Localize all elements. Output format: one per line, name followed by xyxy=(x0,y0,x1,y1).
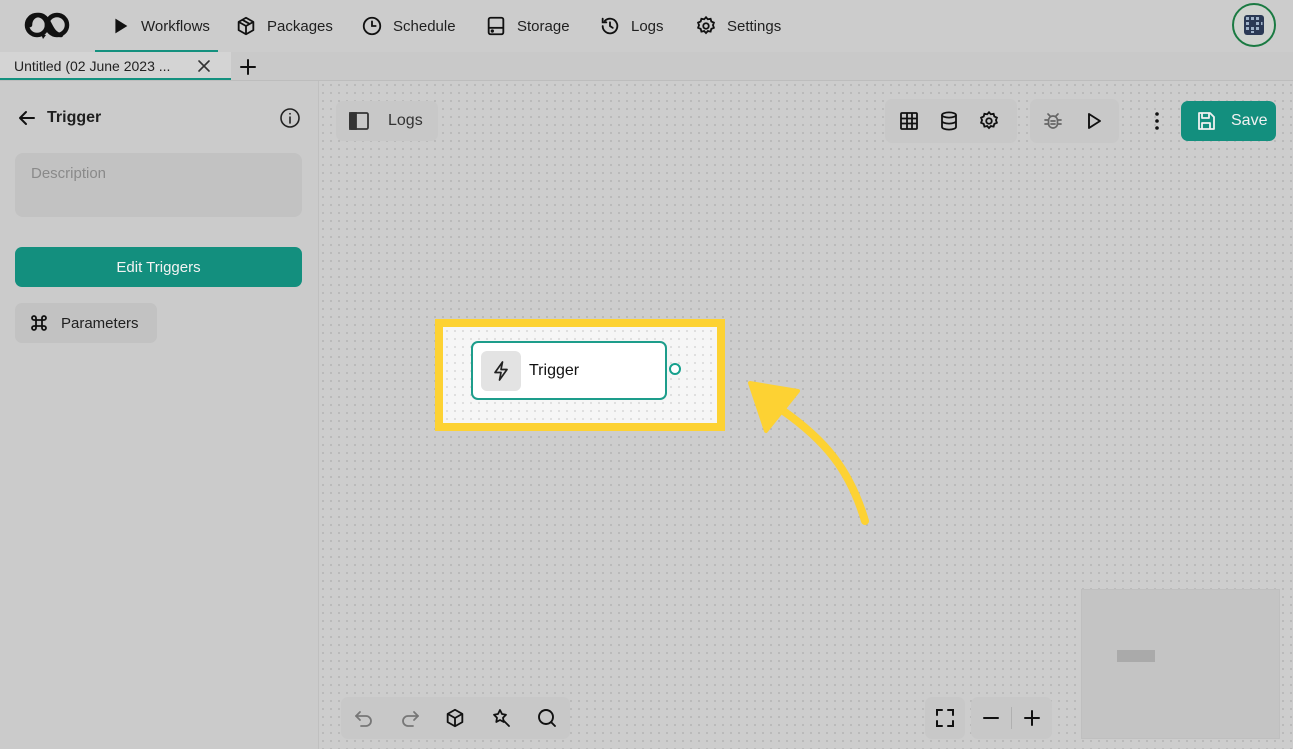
view-toolbar xyxy=(885,99,1017,143)
save-label: Save xyxy=(1231,112,1268,129)
package-icon xyxy=(235,15,257,37)
nav-label: Logs xyxy=(631,17,664,35)
more-vertical-icon xyxy=(1146,110,1168,132)
description-placeholder: Description xyxy=(31,165,107,182)
redo-button[interactable] xyxy=(387,698,433,738)
history-icon xyxy=(599,15,621,37)
nav-workflows[interactable]: Workflows xyxy=(95,0,218,52)
nav-label: Schedule xyxy=(393,17,456,35)
description-field[interactable]: Description xyxy=(15,153,302,217)
add-package-button[interactable] xyxy=(433,698,479,738)
gear-icon xyxy=(695,15,717,37)
command-icon xyxy=(29,313,49,333)
user-avatar[interactable] xyxy=(1232,3,1276,47)
table-icon xyxy=(898,110,920,132)
edit-triggers-button[interactable]: Edit Triggers xyxy=(15,247,302,287)
fullscreen-icon xyxy=(934,707,956,729)
tab-title: Untitled (02 June 2023 ... xyxy=(14,58,171,74)
nav-label: Workflows xyxy=(141,17,210,35)
nav-logs[interactable]: Logs xyxy=(599,0,664,52)
arrow-left-icon[interactable] xyxy=(17,108,37,128)
redo-icon xyxy=(399,707,421,729)
database-button[interactable] xyxy=(929,101,969,141)
magic-wand-icon xyxy=(490,707,512,729)
minimap[interactable] xyxy=(1081,589,1280,739)
logs-label: Logs xyxy=(388,112,423,129)
fit-view-button[interactable] xyxy=(925,698,965,738)
zoom-in-button[interactable] xyxy=(1012,698,1052,738)
info-icon[interactable] xyxy=(279,107,301,129)
workflow-settings-button[interactable] xyxy=(969,101,1009,141)
bug-icon xyxy=(1042,110,1064,132)
nav-settings[interactable]: Settings xyxy=(695,0,781,52)
play-icon xyxy=(1082,110,1104,132)
minimap-node xyxy=(1117,650,1155,662)
zoom-controls xyxy=(925,697,1052,739)
plus-icon xyxy=(1021,707,1043,729)
save-icon xyxy=(1195,110,1217,132)
sidebar-panel-icon xyxy=(348,110,370,132)
nav-packages[interactable]: Packages xyxy=(235,0,333,52)
play-icon xyxy=(109,15,131,37)
search-button[interactable] xyxy=(524,698,570,738)
undo-icon xyxy=(353,707,375,729)
app-logo[interactable] xyxy=(22,8,72,42)
minus-icon xyxy=(980,707,1002,729)
node-output-handle[interactable] xyxy=(669,363,681,375)
tab-workflow[interactable]: Untitled (02 June 2023 ... xyxy=(0,52,231,80)
database-icon xyxy=(938,110,960,132)
top-nav: Workflows Packages Schedule Storage Logs… xyxy=(0,0,1293,52)
fit-view-group xyxy=(925,697,965,739)
undo-button[interactable] xyxy=(341,698,387,738)
gear-icon xyxy=(978,110,1000,132)
parameters-label: Parameters xyxy=(61,314,139,332)
nav-label: Storage xyxy=(517,17,570,35)
debug-button[interactable] xyxy=(1033,101,1073,141)
tab-bar: Untitled (02 June 2023 ... xyxy=(0,52,1293,81)
close-icon[interactable] xyxy=(196,58,212,74)
zoom-group xyxy=(971,697,1052,739)
package-icon xyxy=(444,707,466,729)
lightning-icon xyxy=(481,350,521,391)
trigger-node[interactable]: Trigger xyxy=(471,341,667,400)
trigger-panel: Trigger Description Edit Triggers Parame… xyxy=(0,81,319,749)
edit-toolbar xyxy=(341,697,570,739)
save-button[interactable]: Save xyxy=(1181,101,1276,141)
nav-schedule[interactable]: Schedule xyxy=(361,0,456,52)
run-toolbar xyxy=(1030,99,1119,143)
auto-layout-button[interactable] xyxy=(478,698,524,738)
parameters-button[interactable]: Parameters xyxy=(15,303,157,343)
nav-label: Packages xyxy=(267,17,333,35)
run-button[interactable] xyxy=(1073,101,1113,141)
nav-label: Settings xyxy=(727,17,782,35)
add-tab-icon[interactable] xyxy=(238,57,258,77)
table-button[interactable] xyxy=(889,101,929,141)
search-icon xyxy=(536,707,558,729)
storage-icon xyxy=(485,15,507,37)
panel-title: Trigger xyxy=(47,109,102,126)
logs-toggle-button[interactable]: Logs xyxy=(336,101,438,141)
clock-icon xyxy=(361,15,383,37)
more-options-button[interactable] xyxy=(1137,101,1177,141)
node-label: Trigger xyxy=(529,361,580,379)
edit-triggers-label: Edit Triggers xyxy=(116,258,201,276)
zoom-out-button[interactable] xyxy=(971,698,1011,738)
nav-storage[interactable]: Storage xyxy=(485,0,570,52)
